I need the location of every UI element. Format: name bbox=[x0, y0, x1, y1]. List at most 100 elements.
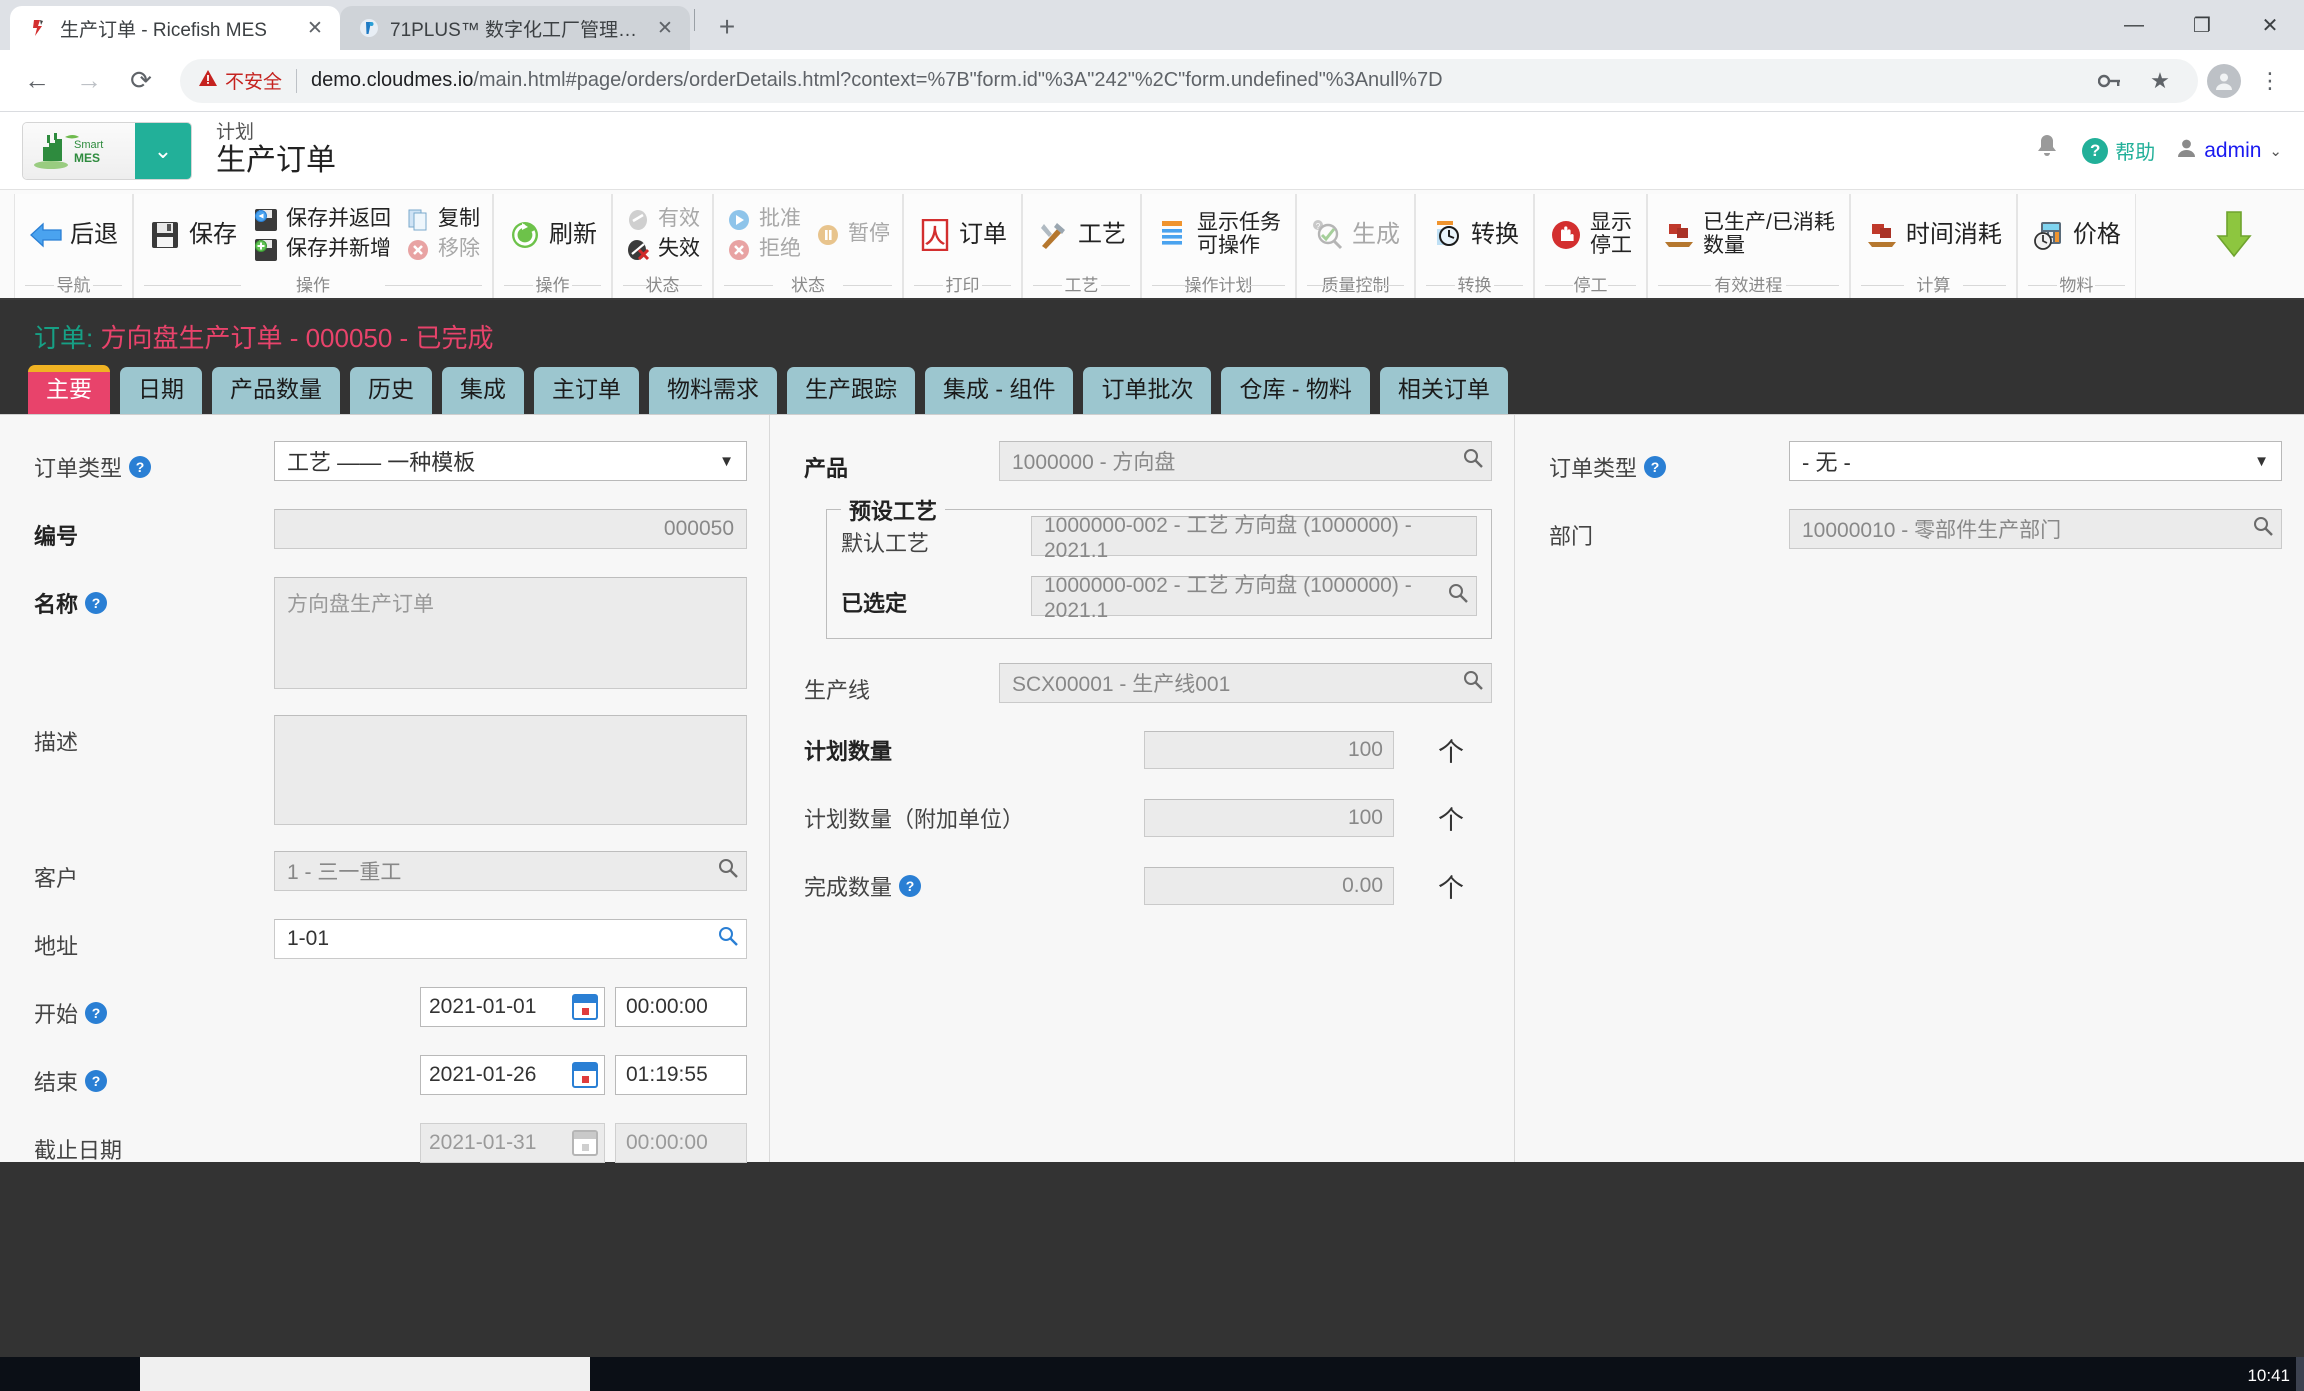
key-icon[interactable] bbox=[2090, 61, 2130, 101]
order-type-right-select[interactable]: - 无 - ▼ bbox=[1789, 441, 2282, 482]
window-minimize-icon[interactable]: — bbox=[2100, 0, 2168, 50]
help-tooltip-icon[interactable]: ? bbox=[899, 875, 922, 898]
search-icon[interactable] bbox=[1463, 670, 1483, 696]
done-qty-input[interactable]: 0.00 bbox=[1144, 867, 1394, 906]
name-textarea[interactable]: 方向盘生产订单 bbox=[274, 577, 747, 690]
help-link[interactable]: ? 帮助 bbox=[2082, 136, 2155, 165]
end-time-input[interactable]: 01:19:55 bbox=[615, 1055, 747, 1096]
product-input[interactable]: 1000000 - 方向盘 bbox=[999, 441, 1492, 482]
help-tooltip-icon[interactable]: ? bbox=[85, 1070, 108, 1093]
security-status[interactable]: 不安全 bbox=[198, 67, 282, 94]
taskbar-window-2[interactable] bbox=[590, 1357, 2304, 1391]
browser-tab-1[interactable]: 生产订单 - Ricefish MES ✕ bbox=[10, 6, 340, 50]
bookmark-star-icon[interactable]: ★ bbox=[2140, 61, 2180, 101]
tab-related-orders[interactable]: 相关订单 bbox=[1379, 367, 1508, 415]
browser-tab-2[interactable]: 71PLUS™ 数字化工厂管理平台 ✕ bbox=[340, 6, 690, 50]
help-tooltip-icon[interactable]: ? bbox=[1644, 456, 1667, 479]
reject-button[interactable]: 拒绝 bbox=[720, 235, 807, 265]
deactivate-button[interactable]: 失效 bbox=[619, 235, 706, 265]
collapse-ribbon-icon[interactable] bbox=[2212, 208, 2256, 268]
back-button[interactable]: 后退 bbox=[21, 214, 126, 256]
address-input[interactable]: 1-01 bbox=[274, 919, 747, 960]
tab-integration[interactable]: 集成 bbox=[442, 367, 524, 415]
print-order-button[interactable]: 人 订单 bbox=[910, 214, 1015, 256]
user-menu[interactable]: admin ⌄ bbox=[2177, 138, 2282, 164]
window-close-icon[interactable]: ✕ bbox=[2236, 0, 2304, 50]
planned-qty-input[interactable]: 100 bbox=[1144, 731, 1394, 770]
convert-button[interactable]: 转换 bbox=[1422, 214, 1527, 256]
ribbon-group-caption: 打印 bbox=[910, 271, 1015, 298]
selected-routing-input[interactable]: 1000000-002 - 工艺 方向盘 (1000000) - 2021.1 bbox=[1031, 574, 1477, 622]
help-tooltip-icon[interactable]: ? bbox=[129, 456, 152, 479]
new-tab-button[interactable]: + bbox=[707, 7, 747, 47]
production-line-input[interactable]: SCX00001 - 生产线001 bbox=[999, 663, 1492, 704]
show-downtime-button[interactable]: 显示 停工 bbox=[1541, 208, 1640, 261]
tab-history[interactable]: 历史 bbox=[350, 367, 432, 415]
logo-dropdown-caret-icon[interactable]: ⌄ bbox=[135, 122, 191, 179]
save-and-return-button[interactable]: 保存并返回 bbox=[247, 205, 397, 235]
search-icon[interactable] bbox=[718, 926, 738, 952]
tab-dates[interactable]: 日期 bbox=[120, 367, 202, 415]
due-date-input[interactable]: 2021-01-31 bbox=[420, 1123, 605, 1164]
order-type-select[interactable]: 工艺 —— 一种模板 ▼ bbox=[274, 441, 747, 482]
tab-integration-components[interactable]: 集成 - 组件 bbox=[925, 367, 1074, 415]
window-maximize-icon[interactable]: ❐ bbox=[2168, 0, 2236, 50]
browser-tab-1-close-icon[interactable]: ✕ bbox=[302, 15, 328, 41]
profile-avatar-icon[interactable] bbox=[2204, 61, 2244, 101]
bell-icon[interactable] bbox=[2034, 133, 2060, 168]
planned-qty-label: 计划数量 bbox=[804, 739, 893, 765]
help-tooltip-icon[interactable]: ? bbox=[85, 1002, 108, 1025]
back-icon[interactable]: ← bbox=[14, 58, 60, 104]
due-time-input[interactable]: 00:00:00 bbox=[615, 1123, 747, 1164]
remove-button[interactable]: 移除 bbox=[399, 235, 486, 265]
search-icon[interactable] bbox=[1448, 583, 1468, 609]
calendar-icon[interactable] bbox=[572, 1062, 598, 1089]
browser-menu-icon[interactable]: ⋮ bbox=[2250, 61, 2290, 101]
start-time-input[interactable]: 00:00:00 bbox=[615, 987, 747, 1028]
number-label-wrap: 编号 bbox=[34, 509, 274, 551]
calendar-icon[interactable] bbox=[572, 994, 598, 1021]
produced-consumed-qty-button[interactable]: 已生产/已消耗 数量 bbox=[1654, 208, 1843, 261]
reload-icon[interactable]: ⟳ bbox=[118, 58, 164, 104]
tab-order-batch[interactable]: 订单批次 bbox=[1083, 367, 1212, 415]
pause-button[interactable]: 暂停 bbox=[809, 220, 896, 250]
product-label-wrap: 产品 bbox=[804, 441, 999, 483]
generate-button[interactable]: ? 生成 bbox=[1303, 214, 1408, 256]
routing-button[interactable]: 工艺 bbox=[1029, 214, 1134, 256]
taskbar-start-area[interactable] bbox=[0, 1357, 140, 1391]
approve-button[interactable]: 批准 bbox=[720, 205, 807, 235]
time-consumption-button[interactable]: 时间消耗 bbox=[1857, 214, 2010, 256]
tab-production-tracking[interactable]: 生产跟踪 bbox=[787, 367, 915, 415]
save-and-new-button[interactable]: 保存并新增 bbox=[247, 235, 397, 265]
customer-input[interactable]: 1 - 三一重工 bbox=[274, 851, 747, 892]
tab-main[interactable]: 主要 bbox=[28, 365, 110, 415]
search-icon[interactable] bbox=[1463, 448, 1483, 474]
search-icon[interactable] bbox=[718, 858, 738, 884]
help-tooltip-icon[interactable]: ? bbox=[85, 592, 108, 615]
show-operable-tasks-button[interactable]: 显示任务 可操作 bbox=[1148, 208, 1289, 261]
refresh-button[interactable]: 刷新 bbox=[500, 214, 605, 256]
number-input[interactable]: 000050 bbox=[274, 509, 747, 550]
description-textarea[interactable] bbox=[274, 715, 747, 826]
copy-button[interactable]: 复制 bbox=[399, 205, 486, 235]
tab-warehouse-material[interactable]: 仓库 - 物料 bbox=[1221, 367, 1370, 415]
save-button[interactable]: 保存 bbox=[140, 214, 245, 256]
price-button[interactable]: 价格 bbox=[2024, 214, 2129, 256]
tab-main-order[interactable]: 主订单 bbox=[534, 367, 639, 415]
remove-label: 移除 bbox=[438, 237, 480, 261]
planned-qty-alt-input[interactable]: 100 bbox=[1144, 799, 1394, 838]
start-date-input[interactable]: 2021-01-01 bbox=[420, 987, 605, 1028]
taskbar-clock[interactable]: 10:41 bbox=[2247, 1357, 2290, 1391]
tab-product-qty[interactable]: 产品数量 bbox=[212, 367, 340, 415]
search-icon[interactable] bbox=[2253, 516, 2273, 542]
browser-tab-2-close-icon[interactable]: ✕ bbox=[652, 15, 678, 41]
app-logo[interactable]: Smart MES ⌄ bbox=[22, 121, 192, 180]
ribbon-group-caption: 操作 bbox=[500, 271, 605, 298]
tab-material-demand[interactable]: 物料需求 bbox=[649, 367, 777, 415]
end-date-input[interactable]: 2021-01-26 bbox=[420, 1055, 605, 1096]
department-input[interactable]: 10000010 - 零部件生产部门 bbox=[1789, 509, 2282, 550]
forward-icon[interactable]: → bbox=[66, 58, 112, 104]
activate-button[interactable]: 有效 bbox=[619, 205, 706, 235]
taskbar-window-1[interactable] bbox=[140, 1357, 590, 1391]
address-bar[interactable]: 不安全 demo.cloudmes.io/main.html#page/orde… bbox=[180, 58, 2198, 103]
